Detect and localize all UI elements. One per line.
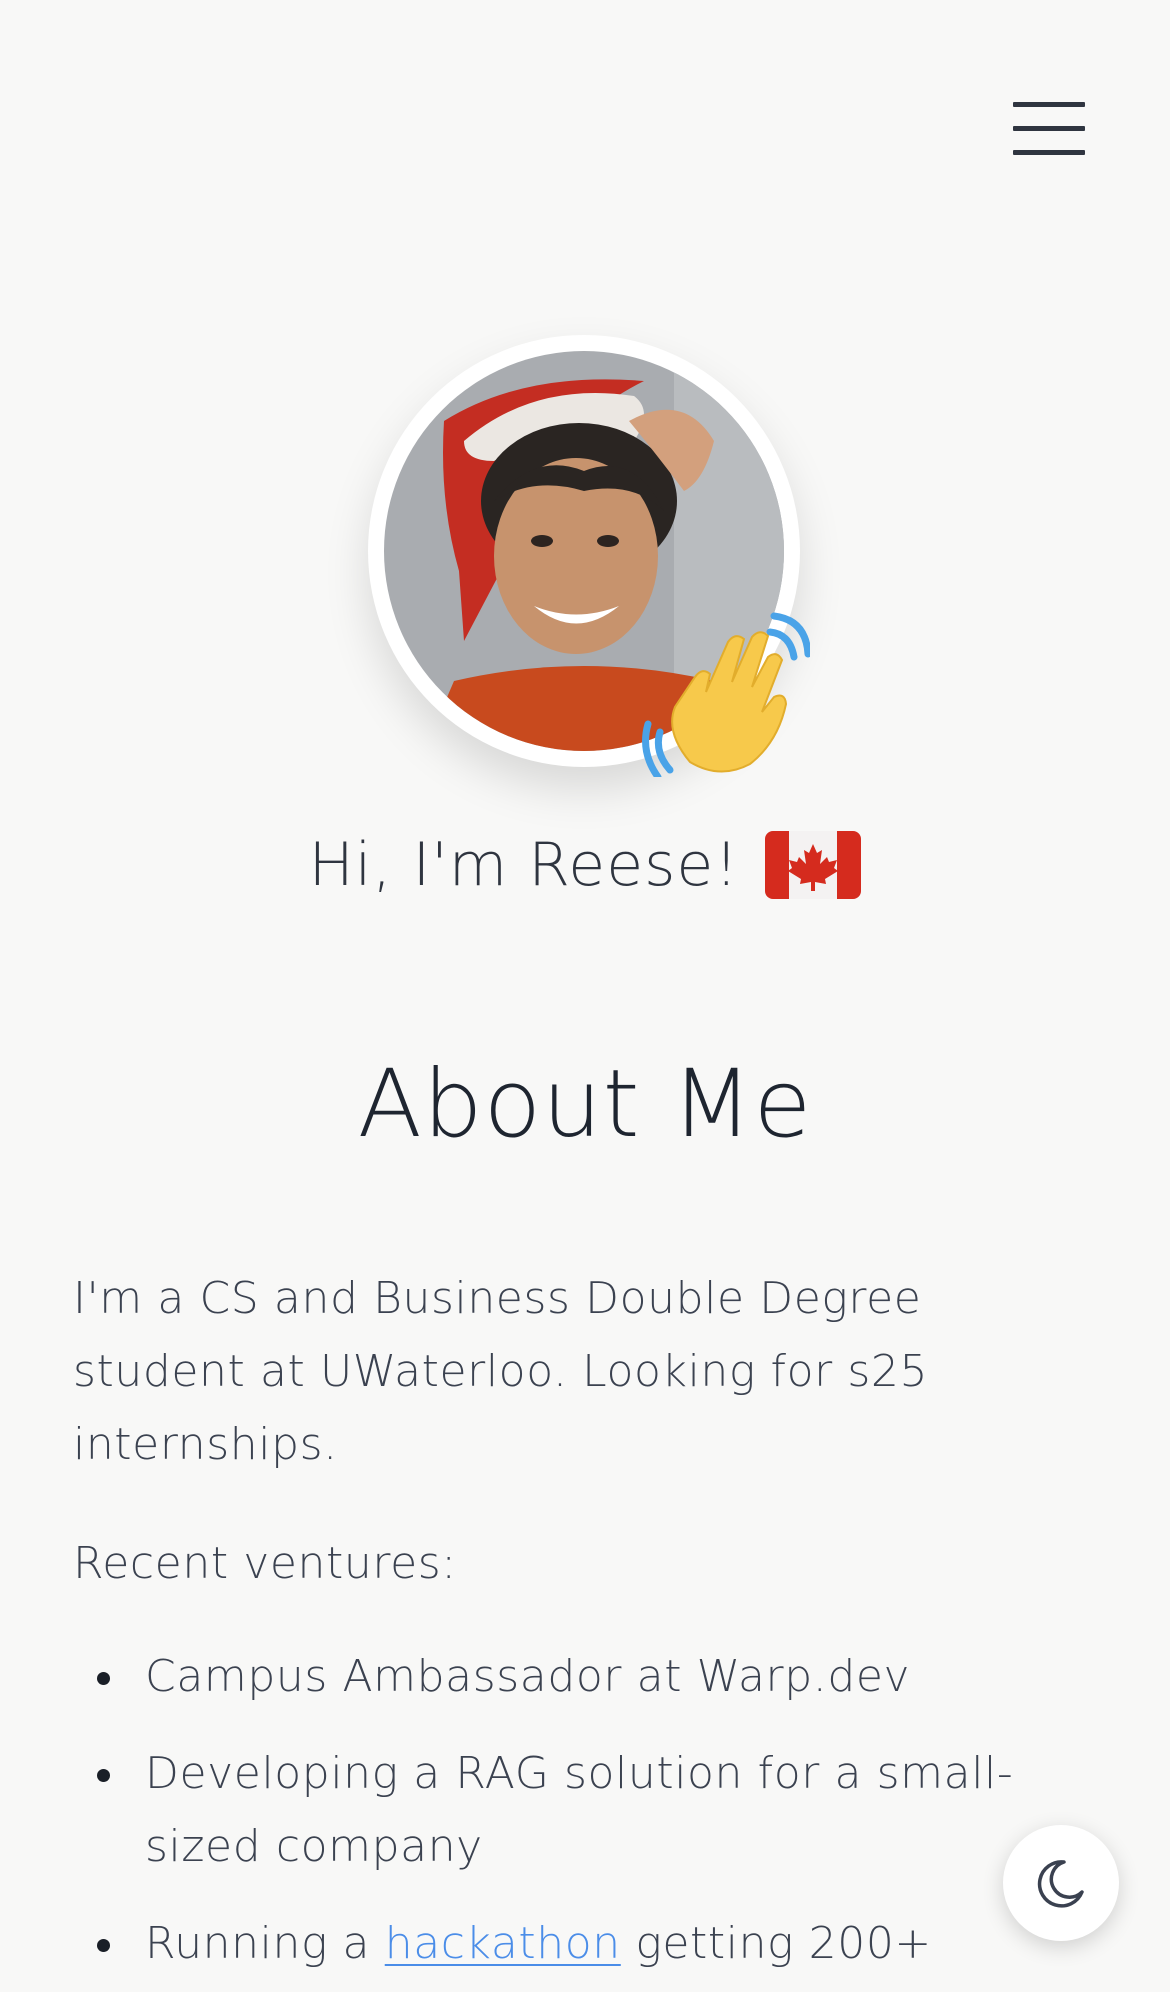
list-item: Developing a RAG solution for a small-si…: [73, 1737, 1103, 1883]
about-content: I'm a CS and Business Double Degree stud…: [73, 1262, 1103, 1992]
menu-button[interactable]: [1005, 96, 1085, 162]
greeting: Hi, I'm Reese!: [0, 820, 1170, 910]
list-item: Running a hackathon getting 200+ underre…: [73, 1907, 1103, 1992]
dark-mode-toggle-button[interactable]: [1003, 1825, 1119, 1941]
intro-text: I'm a CS and Business Double Degree stud…: [73, 1273, 929, 1470]
moon-icon: [1034, 1856, 1088, 1910]
canada-flag-icon: [765, 831, 862, 899]
hackathon-link[interactable]: hackathon: [385, 1918, 621, 1969]
about-heading: About Me: [357, 1050, 813, 1159]
greeting-text: Hi, I'm Reese!: [308, 830, 740, 900]
list-item: Campus Ambassador at Warp.dev: [73, 1640, 1103, 1713]
ventures-list: Campus Ambassador at Warp.dev Developing…: [73, 1640, 1103, 1992]
waving-hand-icon: [640, 612, 812, 781]
ventures-label: Recent ventures:: [73, 1538, 457, 1589]
list-item-text: Running a: [145, 1918, 385, 1969]
